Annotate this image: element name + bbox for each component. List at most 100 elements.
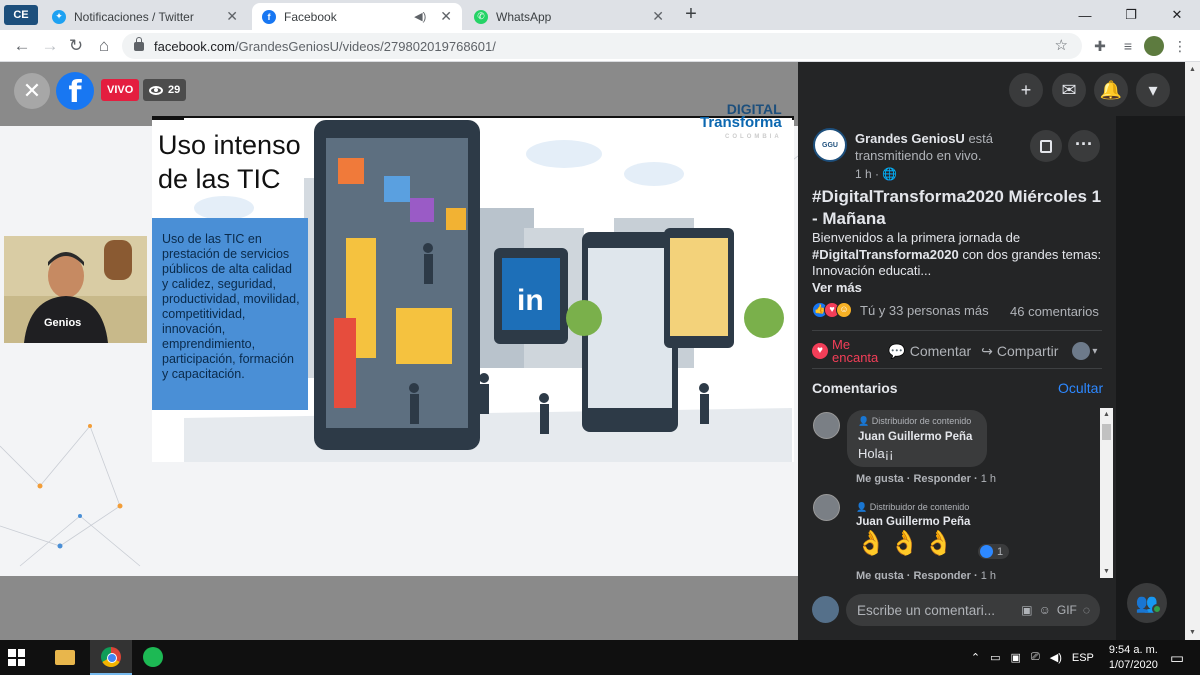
see-more-link[interactable]: Ver más xyxy=(812,280,862,295)
tab-title: WhatsApp xyxy=(496,9,552,24)
commenter-avatar[interactable] xyxy=(813,412,840,439)
extension-badge[interactable]: CE xyxy=(4,5,38,25)
tab-whatsapp[interactable]: ✆ WhatsApp ✕ xyxy=(464,3,674,30)
commenter-role: 👤 Distribuidor de contenido xyxy=(856,502,970,512)
gif-icon[interactable]: GIF xyxy=(1057,603,1077,617)
profile-avatar[interactable] xyxy=(1144,36,1164,56)
comment-text: Hola¡¡ xyxy=(858,446,894,461)
comment-input[interactable]: Escribe un comentari... ▣ ☺ GIF ◌ xyxy=(846,594,1100,626)
scroll-thumb[interactable] xyxy=(1102,424,1111,440)
comments-scrollbar[interactable]: ▲ ▼ xyxy=(1100,408,1113,578)
reply-link[interactable]: Responder xyxy=(913,473,970,485)
contacts-button[interactable]: 👥 xyxy=(1127,583,1167,623)
page-scrollbar[interactable]: ▲ ▼ xyxy=(1185,62,1200,640)
facebook-logo[interactable]: f xyxy=(56,72,94,110)
whatsapp-icon: ✆ xyxy=(474,9,488,24)
commenter-name[interactable]: Juan Guillermo Peña xyxy=(858,431,976,443)
scroll-up-icon[interactable]: ▲ xyxy=(1185,62,1200,77)
comment-time[interactable]: 1 h xyxy=(981,473,996,485)
language-indicator[interactable]: ESP xyxy=(1072,652,1094,664)
commenter-role: 👤 Distribuidor de contenido xyxy=(858,416,972,426)
video-player[interactable]: in Uso intenso de las TIC DIGITAL Transf… xyxy=(0,62,798,640)
scroll-down-icon[interactable]: ▼ xyxy=(1185,625,1200,640)
love-button[interactable]: ♥ Me encanta xyxy=(812,338,878,364)
tab-twitter[interactable]: ✦ Notificaciones / Twitter ✕ xyxy=(42,3,248,30)
reply-link[interactable]: Responder xyxy=(913,570,970,580)
svg-text:Genios: Genios xyxy=(44,317,81,329)
extensions-icon[interactable]: ✚ xyxy=(1088,33,1112,59)
divider xyxy=(812,368,1102,369)
share-icon: ↪ xyxy=(981,342,993,359)
comment-button[interactable]: 💬 Comentar xyxy=(888,343,971,360)
share-button[interactable]: ↪ Compartir xyxy=(981,343,1058,360)
home-icon[interactable]: ⌂ xyxy=(92,35,116,57)
volume-icon[interactable]: ◀) xyxy=(1050,651,1062,664)
reactions-text[interactable]: Tú y 33 personas más xyxy=(860,303,989,318)
scroll-down-icon[interactable]: ▼ xyxy=(1100,565,1113,578)
online-status-dot xyxy=(1152,604,1162,614)
hashtag-link[interactable]: #DigitalTransforma2020 xyxy=(812,247,959,262)
toolbar-icons: ✚ ≡ ⋮ xyxy=(1088,33,1192,59)
back-icon[interactable]: ← xyxy=(10,35,34,57)
minimize-icon[interactable]: — xyxy=(1062,0,1108,30)
windows-start-icon[interactable] xyxy=(8,649,25,666)
reactions-summary[interactable]: 👍 ♥ ☺ Tú y 33 personas más xyxy=(812,302,989,318)
live-badge: VIVO xyxy=(101,79,140,101)
more-options-button[interactable]: ··· xyxy=(1068,130,1100,162)
new-tab-button[interactable]: + xyxy=(680,3,702,26)
notification-center-icon[interactable]: ▭ xyxy=(1170,649,1184,667)
post-title: #DigitalTransforma2020 Miércoles 1 - Mañ… xyxy=(812,187,1102,228)
battery-icon[interactable]: ▭ xyxy=(990,651,1000,664)
bookmark-star-icon[interactable]: ☆ xyxy=(1055,36,1068,54)
device-icon[interactable]: ▣ xyxy=(1011,651,1021,664)
reload-icon[interactable]: ↻ xyxy=(64,35,88,57)
messenger-icon[interactable]: ✉ xyxy=(1052,73,1086,107)
close-tab-icon[interactable]: ✕ xyxy=(440,8,452,25)
close-window-icon[interactable]: ✕ xyxy=(1154,0,1200,30)
save-video-button[interactable] xyxy=(1030,130,1062,162)
hide-comments-link[interactable]: Ocultar xyxy=(1058,380,1103,396)
avatar-sticker-icon[interactable]: ◌ xyxy=(1083,603,1090,617)
maximize-icon[interactable]: ❐ xyxy=(1108,0,1154,30)
comment-reactions[interactable]: 1 xyxy=(978,544,1010,559)
page-name-link[interactable]: Grandes GeniosU xyxy=(855,131,965,146)
speaker-icon[interactable]: ◀) xyxy=(414,10,426,23)
scroll-up-icon[interactable]: ▲ xyxy=(1100,408,1113,421)
post-time[interactable]: 1 h · 🌐 xyxy=(855,167,897,181)
post-panel: GGU Grandes GeniosU está transmitiendo e… xyxy=(798,116,1116,640)
commenter-name[interactable]: Juan Guillermo Peña xyxy=(856,516,970,528)
avatar xyxy=(1072,342,1091,360)
close-tab-icon[interactable]: ✕ xyxy=(226,8,238,25)
taskbar: ⌃ ▭ ▣ ⎚ ◀) ESP 9:54 a. m. 1/07/2020 ▭ xyxy=(0,640,1200,675)
emoji-icon[interactable]: ☺ xyxy=(1039,603,1051,617)
notifications-icon[interactable]: 🔔 xyxy=(1094,73,1128,107)
create-icon[interactable]: + xyxy=(1009,73,1043,107)
like-comment-link[interactable]: Me gusta xyxy=(856,473,904,485)
clock[interactable]: 9:54 a. m. 1/07/2020 xyxy=(1109,643,1158,673)
chrome-icon[interactable] xyxy=(98,644,124,670)
account-menu-icon[interactable]: ▾ xyxy=(1136,73,1170,107)
address-bar[interactable]: facebook.com/GrandesGeniosU/videos/27980… xyxy=(122,33,1082,59)
sticker-icon[interactable]: ▣ xyxy=(1021,603,1032,617)
comment-count[interactable]: 46 comentarios xyxy=(1010,304,1099,319)
close-video-button[interactable]: ✕ xyxy=(14,73,50,109)
forward-icon[interactable]: → xyxy=(38,35,62,57)
url-text[interactable]: facebook.com/GrandesGeniosU/videos/27980… xyxy=(154,39,496,54)
close-tab-icon[interactable]: ✕ xyxy=(652,8,664,25)
file-explorer-icon[interactable] xyxy=(52,644,78,670)
spotify-icon[interactable] xyxy=(140,644,166,670)
menu-icon[interactable]: ⋮ xyxy=(1168,33,1192,59)
network-icon[interactable]: ⎚ xyxy=(1031,651,1040,664)
page-avatar[interactable]: GGU xyxy=(813,128,847,162)
media-control-icon[interactable]: ≡ xyxy=(1116,33,1140,59)
chevron-up-icon[interactable]: ⌃ xyxy=(971,651,980,664)
post-as-selector[interactable]: ▾ xyxy=(1068,342,1097,360)
lock-icon[interactable] xyxy=(134,36,144,51)
commenter-avatar[interactable] xyxy=(813,494,840,521)
slide-text-box: Uso de las TIC en prestación de servicio… xyxy=(152,218,308,410)
like-comment-link[interactable]: Me gusta xyxy=(856,570,904,580)
care-reaction-icon: ☺ xyxy=(836,302,852,318)
tab-facebook[interactable]: f Facebook ◀) ✕ xyxy=(252,3,462,30)
comments-list[interactable]: 👤 Distribuidor de contenido Juan Guiller… xyxy=(798,406,1114,580)
comment-time[interactable]: 1 h xyxy=(981,570,996,580)
